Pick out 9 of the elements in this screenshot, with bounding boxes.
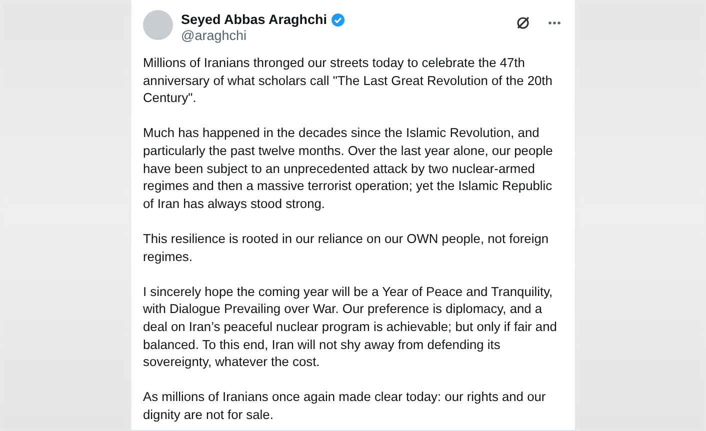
author-handle[interactable]: @araghchi <box>181 28 508 44</box>
more-icon[interactable] <box>548 21 561 25</box>
post-paragraph: This resilience is rooted in our reliance on our OWN people, not foreign regimes. <box>143 230 550 266</box>
author-name[interactable]: Seyed Abbas Araghchi <box>181 12 328 28</box>
post-paragraph: Much has happened in the decades since the Islamic Revolution, and particularly the past twelve months. Over the last year alone, our people have been subject to an unprecedented attack by two nuclear-armed regimes and then a massive terrorist operation; yet the Islamic Republic of Iran has always stood strong. <box>143 124 554 212</box>
post-paragraph: I sincerely hope the coming year will be a Year of Peace and Tranquility, with Dialogue Prevailing over War. Our preference is diplomacy, and a deal on Iran’s peaceful nuclear program is achievable; but only if fair and balanced. To this end, Iran will not shy away from defending its sovereignty, whatever the cost. <box>143 282 558 371</box>
slashed-circle-icon[interactable] <box>516 16 530 30</box>
post-paragraph: As millions of Iranians once again made clear today: our rights and our dignity are not for sale. <box>143 388 547 424</box>
post-paragraph: Millions of Iranians thronged our streets today to celebrate the 47th anniversary of what scholars call "The Last Great Revolution of the 20th Century". <box>143 54 554 107</box>
